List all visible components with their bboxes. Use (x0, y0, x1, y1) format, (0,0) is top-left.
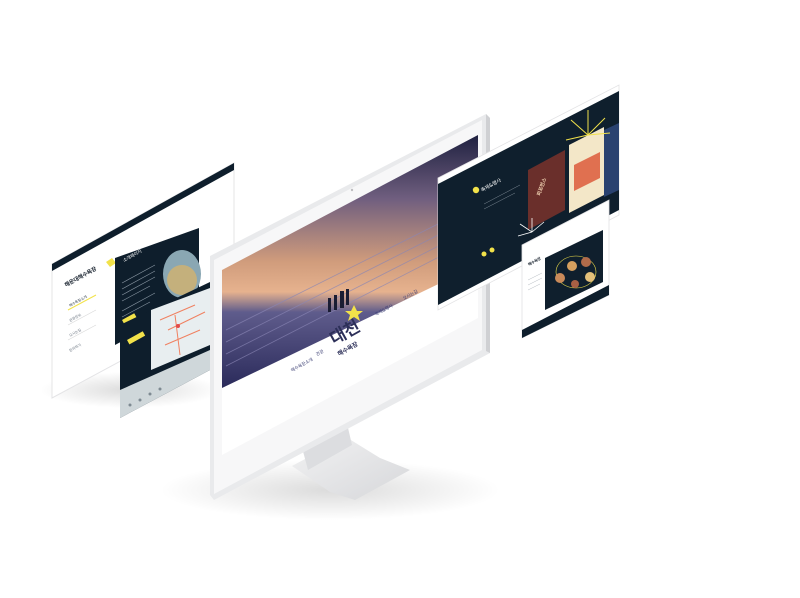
location-pin-icon (176, 324, 180, 328)
festival-poster (604, 123, 619, 197)
food-photo (585, 272, 595, 282)
food-photo (567, 261, 577, 271)
title-dot-icon (472, 186, 480, 194)
imac-monitor: 대천 해수욕장 해수욕장소개 관광 축제&행사 오시는길 (210, 114, 490, 500)
food-photo (571, 280, 579, 288)
food-photo (555, 273, 565, 283)
camera-dot (350, 188, 354, 192)
next-arrow-icon[interactable] (489, 247, 495, 253)
prev-arrow-icon[interactable] (481, 251, 487, 257)
mockup-stage: 해운대해수욕장 해수욕장소개 관광정보 오시는길 문의하기 소개페이지 대천 해… (0, 0, 800, 594)
food-photo (581, 257, 591, 267)
mockup-illustration: 해운대해수욕장 해수욕장소개 관광정보 오시는길 문의하기 소개페이지 대천 해… (40, 84, 620, 520)
